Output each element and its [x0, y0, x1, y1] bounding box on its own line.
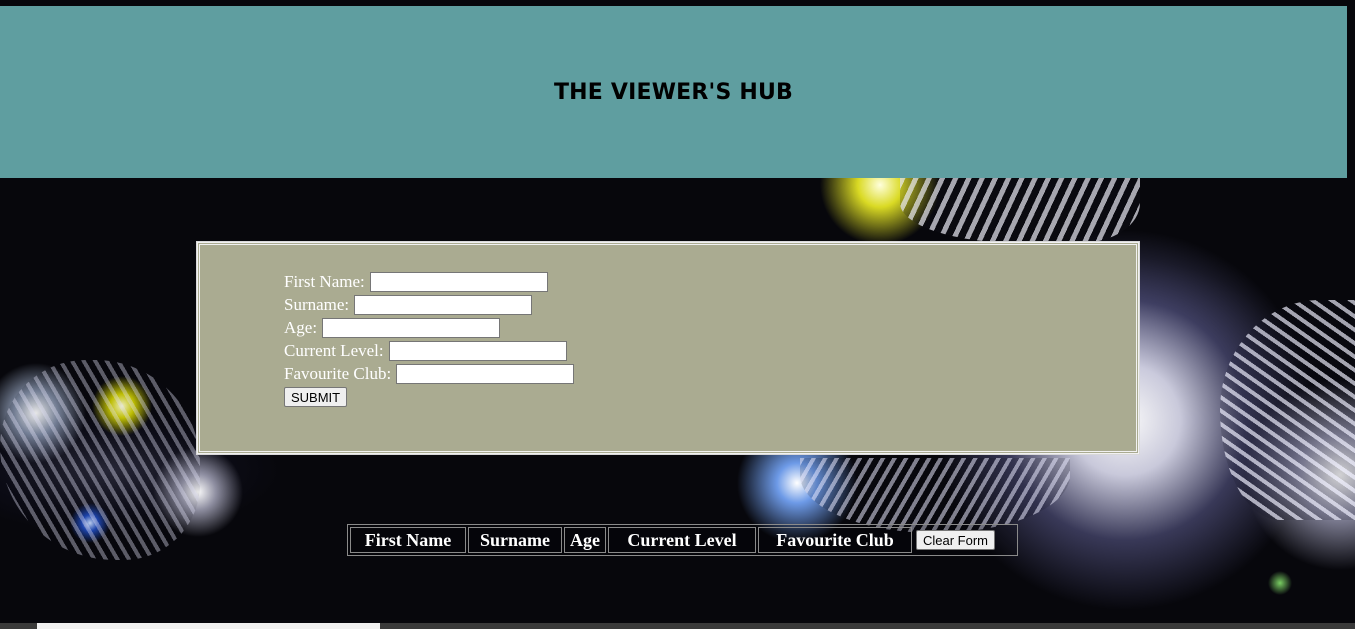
surname-label: Surname: — [284, 294, 350, 314]
column-header-age: Age — [564, 527, 606, 553]
scrollbar-thumb[interactable] — [37, 623, 380, 629]
surname-row: Surname: — [284, 293, 574, 316]
age-input[interactable] — [322, 317, 501, 338]
first-name-label: First Name: — [284, 271, 365, 291]
page-title: THE VIEWER'S HUB — [553, 79, 794, 105]
clear-form-button[interactable]: Clear Form — [916, 530, 996, 550]
column-header-favourite-club: Favourite Club — [758, 527, 912, 553]
column-header-current-level: Current Level — [608, 527, 756, 553]
age-label: Age: — [284, 317, 318, 337]
results-table-header: First Name Surname Age Current Level Fav… — [347, 524, 1019, 556]
column-header-surname: Surname — [468, 527, 562, 553]
age-row: Age: — [284, 316, 574, 339]
surname-input[interactable] — [354, 294, 533, 315]
current-level-label: Current Level: — [284, 340, 384, 360]
current-level-input[interactable] — [388, 340, 567, 361]
viewer-form: First Name: Surname: Age: Current Level:… — [196, 241, 1140, 455]
favourite-club-row: Favourite Club: — [284, 362, 575, 385]
favourite-club-label: Favourite Club: — [284, 363, 392, 383]
horizontal-scrollbar[interactable] — [0, 623, 1355, 629]
first-name-row: First Name: — [284, 270, 574, 293]
favourite-club-input[interactable] — [396, 363, 575, 384]
form-fields: First Name: Surname: Age: Current Level:… — [284, 270, 575, 407]
column-header-first-name: First Name — [350, 527, 466, 553]
submit-button[interactable]: SUBMIT — [284, 387, 348, 407]
current-level-row: Current Level: — [284, 339, 574, 362]
first-name-input[interactable] — [369, 271, 548, 292]
site-header: THE VIEWER'S HUB — [0, 6, 1347, 178]
